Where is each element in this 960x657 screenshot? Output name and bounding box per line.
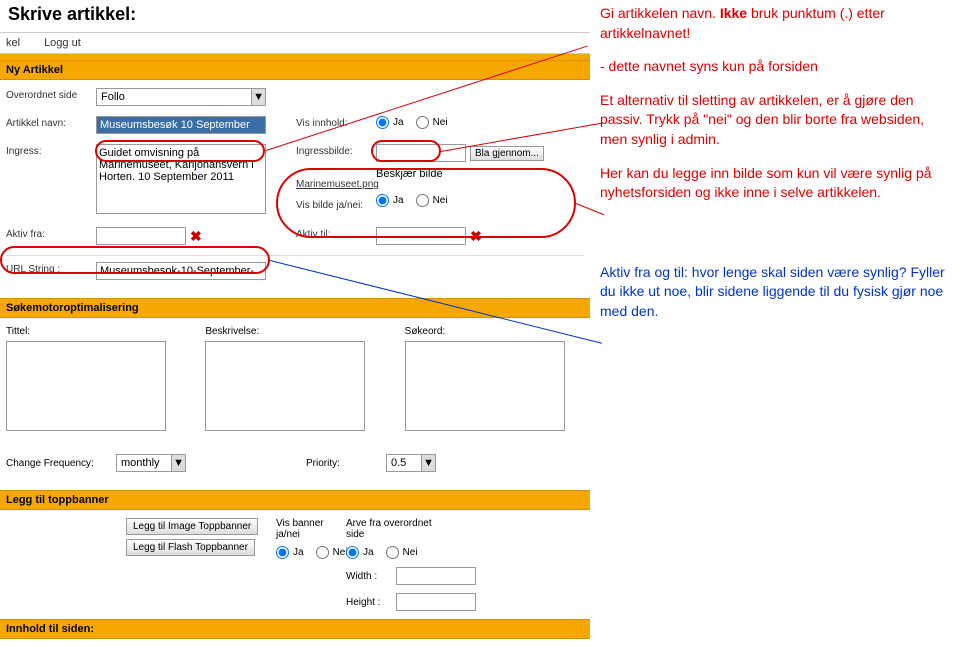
- arve-ja[interactable]: [346, 546, 359, 559]
- beskjaer-link[interactable]: Beskjær bilde: [376, 168, 584, 180]
- sokeord-textarea[interactable]: [405, 341, 565, 431]
- aktiv-til-input[interactable]: [376, 227, 466, 245]
- nav-item-kel[interactable]: kel: [6, 37, 20, 49]
- legg-flash-button[interactable]: Legg til Flash Toppbanner: [126, 539, 255, 556]
- label-ja2: Ja: [393, 195, 404, 206]
- admin-form: kel Logg ut Ny Artikkel Overordnet side …: [0, 32, 590, 639]
- note-4: Her kan du legge inn bilde som kun vil v…: [600, 164, 950, 203]
- arve-nei[interactable]: [386, 546, 399, 559]
- ny-artikkel-body: Overordnet side Follo ▼ Artikkel navn: V…: [0, 80, 590, 298]
- legg-image-button[interactable]: Legg til Image Toppbanner: [126, 518, 258, 535]
- priority-select[interactable]: 0.5 ▼: [386, 454, 436, 472]
- note-1: Gi artikkelen navn. Ikke bruk punktum (.…: [600, 4, 950, 43]
- vis-banner-nei[interactable]: [316, 546, 329, 559]
- url-string-input[interactable]: [96, 262, 266, 280]
- label-sokeord: Søkeord:: [405, 326, 584, 337]
- priority-value: 0.5: [387, 457, 421, 469]
- aktiv-fra-input[interactable]: [96, 227, 186, 245]
- section-innhold: Innhold til siden:: [0, 619, 590, 639]
- vis-innhold-nei[interactable]: [416, 116, 429, 129]
- label-nei4: Nei: [403, 547, 418, 558]
- label-ingress: Ingress:: [6, 144, 96, 157]
- label-vis-bilde: Vis bilde ja/nei:: [296, 200, 376, 211]
- chevron-down-icon-2: ▼: [171, 455, 185, 471]
- change-freq-select[interactable]: monthly ▼: [116, 454, 186, 472]
- section-toppbanner: Legg til toppbanner: [0, 490, 590, 510]
- top-nav: kel Logg ut: [0, 32, 590, 54]
- label-aktiv-fra: Aktiv fra:: [6, 227, 96, 240]
- label-ingressbilde: Ingressbilde:: [296, 146, 376, 157]
- beskrivelse-textarea[interactable]: [205, 341, 365, 431]
- vis-innhold-ja[interactable]: [376, 116, 389, 129]
- overordnet-value: Follo: [97, 91, 251, 103]
- change-freq-value: monthly: [117, 457, 171, 469]
- note-5: Aktiv fra og til: hvor lenge skal siden …: [600, 263, 950, 322]
- note-3: Et alternativ til sletting av artikkelen…: [600, 91, 950, 150]
- label-vis-innhold: Vis innhold:: [296, 116, 376, 129]
- clear-icon[interactable]: ✖: [190, 228, 202, 245]
- label-overordnet: Overordnet side: [6, 88, 96, 101]
- vis-bilde-nei[interactable]: [416, 194, 429, 207]
- vis-innhold-radio: Ja Nei: [376, 116, 584, 129]
- label-arve-fra: Arve fra overordnet side: [346, 518, 446, 540]
- ingress-textarea[interactable]: Guidet omvisning på Marinemuseet, Karljo…: [96, 144, 266, 214]
- label-ja4: Ja: [363, 547, 374, 558]
- chevron-down-icon: ▼: [251, 89, 265, 105]
- ingressbilde-input[interactable]: [376, 144, 466, 162]
- clear-icon-2[interactable]: ✖: [470, 228, 482, 245]
- nav-item-logout[interactable]: Logg ut: [44, 37, 81, 49]
- vis-banner-ja[interactable]: [276, 546, 289, 559]
- overordnet-select[interactable]: Follo ▼: [96, 88, 266, 106]
- tittel-textarea[interactable]: [6, 341, 166, 431]
- label-aktiv-til: Aktiv til:: [296, 227, 376, 240]
- label-ja: Ja: [393, 117, 404, 128]
- label-nei: Nei: [433, 117, 448, 128]
- label-height: Height :: [346, 597, 396, 608]
- label-beskrivelse: Beskrivelse:: [205, 326, 384, 337]
- vis-bilde-ja[interactable]: [376, 194, 389, 207]
- note-2: - dette navnet syns kun på forsiden: [600, 57, 950, 77]
- artikkel-navn-input[interactable]: [96, 116, 266, 134]
- section-seo: Søkemotoroptimalisering: [0, 298, 590, 318]
- label-url-string: URL String :: [6, 262, 96, 275]
- label-vis-banner: Vis banner ja/nei: [276, 518, 346, 540]
- section-ny-artikkel: Ny Artikkel: [0, 60, 590, 80]
- label-nei2: Nei: [433, 195, 448, 206]
- bla-gjennom-button[interactable]: Bla gjennom...: [470, 146, 544, 161]
- height-input[interactable]: [396, 593, 476, 611]
- ingress-file-link[interactable]: Marinemuseet.png: [296, 179, 379, 190]
- label-width: Width :: [346, 571, 396, 582]
- seo-body: Tittel: Beskrivelse: Søkeord: Change Fre…: [0, 318, 590, 490]
- label-tittel: Tittel:: [6, 326, 185, 337]
- label-priority: Priority:: [306, 458, 386, 469]
- label-change-freq: Change Frequency:: [6, 458, 116, 469]
- toppbanner-body: Legg til Image Toppbanner Legg til Flash…: [0, 510, 590, 619]
- vis-bilde-radio: Ja Nei: [376, 194, 584, 207]
- chevron-down-icon-3: ▼: [421, 455, 435, 471]
- width-input[interactable]: [396, 567, 476, 585]
- label-ja3: Ja: [293, 547, 304, 558]
- label-artikkel-navn: Artikkel navn:: [6, 116, 96, 129]
- annotation-notes: Gi artikkelen navn. Ikke bruk punktum (.…: [600, 4, 950, 336]
